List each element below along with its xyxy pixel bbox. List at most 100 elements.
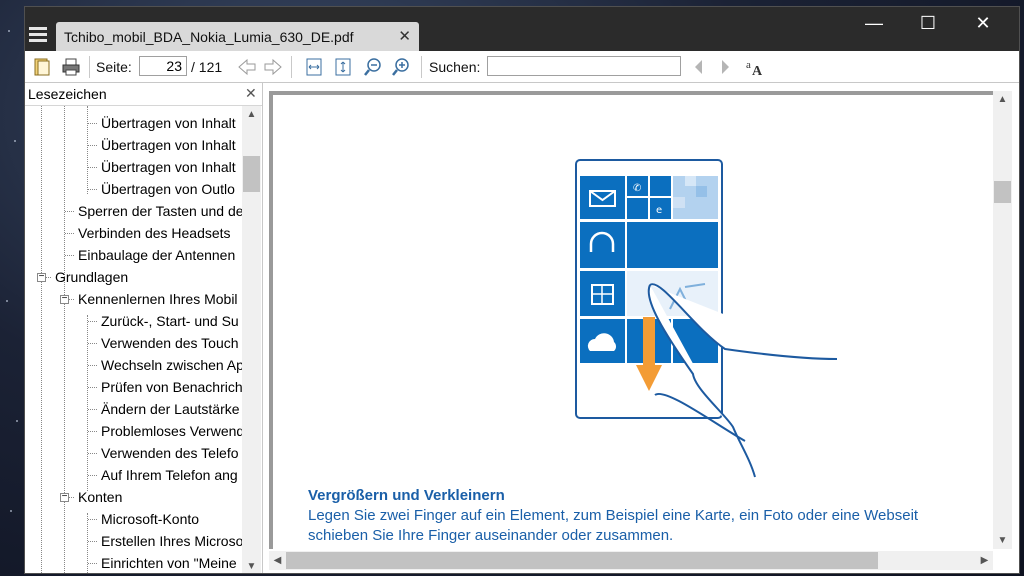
minimize-button[interactable]: — bbox=[851, 11, 897, 35]
document-tab-title: Tchibo_mobil_BDA_Nokia_Lumia_630_DE.pdf bbox=[64, 29, 354, 45]
bookmark-item[interactable]: Übertragen von Inhalt bbox=[101, 134, 236, 156]
tree-connector bbox=[88, 563, 97, 564]
document-tab[interactable]: Tchibo_mobil_BDA_Nokia_Lumia_630_DE.pdf … bbox=[56, 22, 419, 51]
bookmark-item[interactable]: Microsoft-Konto bbox=[101, 508, 199, 530]
collapse-icon[interactable]: − bbox=[60, 492, 69, 502]
bookmark-item[interactable]: Wechseln zwischen Ap bbox=[101, 354, 242, 376]
bookmark-label: Microsoft-Konto bbox=[101, 511, 200, 527]
match-case-icon[interactable]: a A bbox=[745, 57, 767, 77]
tree-connector bbox=[65, 255, 74, 256]
svg-text:✆: ✆ bbox=[633, 183, 641, 194]
bookmark-item[interactable]: Auf Ihrem Telefon ang bbox=[101, 464, 238, 486]
print-icon[interactable] bbox=[61, 57, 81, 77]
open-file-icon[interactable] bbox=[32, 57, 52, 77]
bookmark-item[interactable]: Übertragen von Inhalt bbox=[101, 156, 236, 178]
bookmark-label: Ändern der Lautstärke bbox=[101, 401, 240, 417]
next-page-icon[interactable] bbox=[262, 57, 284, 77]
scroll-up-icon[interactable]: ▲ bbox=[994, 91, 1011, 108]
body-text-line: Legen Sie zwei Finger auf ein Element, z… bbox=[308, 507, 919, 524]
tree-connector bbox=[88, 343, 97, 344]
search-previous-icon[interactable] bbox=[691, 57, 705, 77]
bookmark-item[interactable]: Übertragen von Inhalt bbox=[101, 112, 236, 134]
background-star bbox=[14, 140, 16, 142]
sidebar-header: Lesezeichen ✕ bbox=[25, 83, 262, 106]
bookmark-item[interactable]: Prüfen von Benachrich bbox=[101, 376, 242, 398]
fit-page-icon[interactable] bbox=[333, 57, 353, 77]
bookmarks-sidebar: Lesezeichen ✕ Übertragen von Inhalt Übert… bbox=[25, 83, 263, 573]
bookmark-item[interactable]: Einbaulage der Antennen bbox=[78, 244, 235, 266]
bookmark-label: Auf Ihrem Telefon ang bbox=[101, 467, 238, 483]
scroll-down-icon[interactable]: ▼ bbox=[994, 532, 1011, 549]
bookmark-item[interactable]: Kennenlernen Ihres Mobil bbox=[78, 288, 238, 310]
vertical-scroll-thumb[interactable] bbox=[994, 181, 1011, 203]
bookmark-item[interactable]: Verwenden des Telefo bbox=[101, 442, 239, 464]
scroll-up-icon[interactable]: ▲ bbox=[243, 106, 260, 123]
background-star bbox=[10, 510, 12, 512]
tree-guide-line bbox=[64, 106, 65, 573]
body-text-line: schieben Sie Ihre Finger auseinander ode… bbox=[308, 527, 674, 544]
bookmark-item[interactable]: Konten bbox=[78, 486, 122, 508]
sidebar-close-icon[interactable]: ✕ bbox=[245, 85, 257, 102]
toolbar-separator bbox=[89, 56, 90, 78]
sidebar-scrollbar[interactable]: ▲ ▼ bbox=[242, 106, 261, 573]
fit-width-icon[interactable] bbox=[304, 57, 324, 77]
bookmark-label: Übertragen von Inhalt bbox=[101, 115, 236, 131]
background-star bbox=[16, 420, 18, 422]
zoom-out-icon[interactable] bbox=[363, 57, 383, 77]
close-window-button[interactable]: ✕ bbox=[960, 11, 1006, 35]
toolbar-separator bbox=[421, 56, 422, 78]
bookmark-label: Übertragen von Inhalt bbox=[101, 137, 236, 153]
previous-page-icon[interactable] bbox=[236, 57, 258, 77]
collapse-icon[interactable]: − bbox=[37, 272, 46, 282]
search-label: Suchen: bbox=[429, 59, 481, 75]
toolbar: Seite: / 121 Suchen: bbox=[25, 51, 1019, 83]
bookmark-item[interactable]: Erstellen Ihres Microso bbox=[101, 530, 242, 552]
tree-connector bbox=[65, 211, 74, 212]
bookmark-label: Verwenden des Touch bbox=[101, 335, 239, 351]
zoom-in-icon[interactable] bbox=[391, 57, 411, 77]
tree-guide-line bbox=[87, 106, 88, 194]
tree-connector bbox=[88, 541, 97, 542]
svg-text:e: e bbox=[656, 205, 662, 216]
arrow-icon bbox=[643, 317, 655, 369]
bookmark-label: Zurück-, Start- und Su bbox=[101, 313, 239, 329]
sidebar-scroll-thumb[interactable] bbox=[243, 156, 260, 192]
hamburger-menu-icon[interactable] bbox=[29, 27, 47, 45]
page-border bbox=[269, 91, 273, 549]
bookmark-item[interactable]: Verwenden des Touch bbox=[101, 332, 239, 354]
document-viewer[interactable]: ✆ e Vergrößern und Verkleinern Legen Sie… bbox=[269, 83, 1019, 573]
collapse-icon[interactable]: − bbox=[60, 294, 69, 304]
scroll-left-icon[interactable]: ◀ bbox=[269, 552, 286, 569]
maximize-button[interactable]: ☐ bbox=[905, 11, 951, 35]
bookmark-label: Problemloses Verwend bbox=[101, 423, 242, 439]
bookmark-tree: Übertragen von Inhalt Übertragen von Inha… bbox=[25, 106, 242, 573]
tree-connector bbox=[88, 409, 97, 410]
bookmark-item[interactable]: Übertragen von Outlo bbox=[101, 178, 235, 200]
bookmark-item[interactable]: Problemloses Verwend bbox=[101, 420, 242, 442]
document-vertical-scrollbar[interactable]: ▲ ▼ bbox=[993, 91, 1012, 549]
tree-connector bbox=[65, 233, 74, 234]
horizontal-scroll-thumb[interactable] bbox=[286, 552, 878, 569]
bookmark-item[interactable]: Ändern der Lautstärke bbox=[101, 398, 240, 420]
tree-connector bbox=[88, 431, 97, 432]
title-bar: Tchibo_mobil_BDA_Nokia_Lumia_630_DE.pdf … bbox=[25, 7, 1019, 51]
svg-text:a: a bbox=[746, 59, 751, 71]
page-number-input[interactable] bbox=[139, 56, 187, 76]
search-next-icon[interactable] bbox=[719, 57, 733, 77]
tab-close-icon[interactable]: ✕ bbox=[398, 27, 411, 45]
scroll-right-icon[interactable]: ▶ bbox=[976, 552, 993, 569]
bookmark-item[interactable]: Grundlagen bbox=[55, 266, 128, 288]
bookmark-label: Einbaulage der Antennen bbox=[78, 247, 236, 263]
bookmark-label: Konten bbox=[78, 489, 123, 505]
tree-guide-line bbox=[87, 513, 88, 573]
tree-connector bbox=[88, 387, 97, 388]
bookmark-item[interactable]: Zurück-, Start- und Su bbox=[101, 310, 239, 332]
search-input[interactable] bbox=[487, 56, 681, 76]
section-heading: Vergrößern und Verkleinern bbox=[308, 487, 505, 504]
scroll-down-icon[interactable]: ▼ bbox=[243, 558, 260, 573]
tree-connector bbox=[88, 475, 97, 476]
bookmark-item[interactable]: Einrichten von "Meine bbox=[101, 552, 237, 573]
document-horizontal-scrollbar[interactable]: ◀ ▶ bbox=[269, 551, 993, 570]
bookmark-item[interactable]: Sperren der Tasten und de bbox=[78, 200, 242, 222]
bookmark-item[interactable]: Verbinden des Headsets bbox=[78, 222, 231, 244]
